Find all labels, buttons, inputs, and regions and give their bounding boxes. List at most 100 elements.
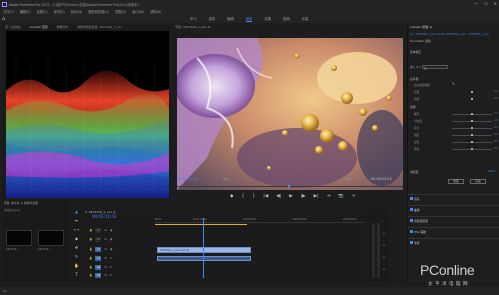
slider-thumb[interactable] [471,97,473,100]
mark-in-icon[interactable]: { [241,194,244,199]
time-ruler[interactable]: 00:00 00:01:00:00 00:02:00:00 00:03:00:0… [155,218,365,223]
basic-correction-header[interactable]: 基本校正 [410,50,421,54]
section-enable-checkbox[interactable] [410,197,413,200]
eye-icon[interactable]: ◉ [110,247,112,251]
go-to-in-icon[interactable]: |◀ [263,194,268,199]
sync-icon[interactable]: ⇄ [104,247,106,251]
track-select-tool-icon[interactable]: ⇹ [75,218,78,223]
slider-value[interactable]: 0.0 [494,90,498,93]
add-marker-icon[interactable]: ◆ [230,194,233,199]
menu-marker[interactable]: 标记(M) [71,9,83,14]
workspace-tab-effects[interactable]: 效果 [264,16,271,22]
slip-tool-icon[interactable]: ✥ [75,245,78,250]
workspace-tab-color[interactable]: 颜色 [245,16,253,22]
razor-tool-icon[interactable]: ◆ [75,236,78,241]
close-icon[interactable]: ✕ [494,1,497,6]
menu-edit[interactable]: 编辑(E) [20,9,31,14]
slider-value[interactable]: 0.0 [494,147,498,150]
audio-clip[interactable] [157,256,251,261]
solo-icon[interactable]: S [110,256,112,260]
program-video-frame[interactable] [177,38,403,190]
auto-button[interactable]: 自动 [470,179,486,184]
slider-value[interactable]: 0.0 [494,140,498,143]
slider-value[interactable]: 0.0 [494,112,498,115]
lumetri-panel-title[interactable]: Lumetri 颜色 ≡ [410,25,432,29]
slider-thumb[interactable] [471,112,473,115]
menu-clip[interactable]: 剪辑(C) [37,9,48,14]
eye-icon[interactable]: ◉ [110,228,112,232]
track-target[interactable]: A1 [95,255,102,261]
export-frame-icon[interactable]: 📷 [338,194,344,199]
slider-value[interactable]: 0.0 [494,97,498,100]
slider-thumb[interactable] [471,140,473,143]
lock-icon[interactable]: 🔒 [89,237,92,241]
menu-window[interactable]: 窗口(W) [132,9,144,14]
video-clip[interactable]: 1870316_1_xxx.mp4 [V] [157,247,251,253]
selection-tool-icon[interactable]: ▲ [75,209,78,214]
work-area-bar[interactable] [155,224,247,225]
zoom-fit-select[interactable]: 适合 [223,177,229,181]
lumetri-source-clip[interactable]: 主 * 1870316_1_xxx.mp4 ▸ 1870316_1_xxx · … [410,32,489,36]
play-icon[interactable]: ▶ [289,194,292,199]
go-to-out-icon[interactable]: ▶| [314,194,319,199]
step-back-icon[interactable]: ◀| [276,194,281,199]
menu-file[interactable]: 文件(F) [3,9,14,14]
lock-icon[interactable]: 🔒 [89,273,92,277]
section-enable-checkbox[interactable] [410,230,413,233]
program-monitor-title[interactable]: 节目: 1870316_1_xxx ≡ [175,25,210,29]
sync-icon[interactable]: ⇄ [104,237,106,241]
workspace-tab-audio[interactable]: 音频 [283,16,290,22]
button-editor-icon[interactable]: + [352,194,356,199]
lock-icon[interactable]: 🔒 [89,247,92,251]
step-forward-icon[interactable]: |▶ [301,194,306,199]
track-target[interactable]: V2 [95,236,102,242]
section-color-wheels[interactable]: 色轮和匹配 [408,216,499,223]
section-hsl-secondary[interactable]: HSL 辅助 [408,227,499,234]
slider-thumb[interactable] [471,119,473,122]
lock-icon[interactable]: 🔒 [89,228,92,232]
home-icon[interactable]: ⌂ [2,16,5,22]
section-enable-checkbox[interactable] [410,219,413,222]
slider-thumb[interactable] [471,126,473,129]
mute-icon[interactable]: M [104,273,106,277]
solo-icon[interactable]: S [110,273,112,277]
pen-tool-icon[interactable]: ✎ [75,254,78,259]
eye-icon[interactable]: ◉ [110,237,112,241]
hand-tool-icon[interactable]: ✋ [74,263,79,268]
sequence-thumbnail[interactable] [38,230,64,246]
lock-icon[interactable]: 🔒 [89,265,92,269]
tab-audio-clip-mixer[interactable]: 音频剪辑混合器: 1870316_1_xxx [77,25,122,29]
type-tool-icon[interactable]: T [75,272,77,277]
program-playhead[interactable] [287,185,290,188]
program-scrub-bar[interactable] [177,185,403,188]
menu-graphics[interactable]: 图形和标题(G) [88,9,109,14]
tab-effect-controls[interactable]: 效果控件 [57,25,69,29]
menu-help[interactable]: 帮助(H) [150,9,161,14]
extract-icon[interactable]: ⇥ [327,194,331,199]
tab-lumetri-scopes[interactable]: Lumetri 范围 [30,25,48,29]
mute-icon[interactable]: M [104,256,106,260]
tab-source[interactable]: 源: (无剪辑) [5,25,21,29]
media-thumbnail[interactable] [6,230,32,246]
slider-value[interactable]: 0.0 [494,126,498,129]
section-enable-checkbox[interactable] [410,208,413,211]
section-curves[interactable]: 曲线 [408,205,499,212]
slider-thumb[interactable] [471,90,473,93]
resolution-select[interactable]: 完整 [345,177,351,181]
lumetri-effect-name[interactable]: fx Lumetri 颜色 [410,39,431,43]
slider-value[interactable]: 0.0 [494,119,498,122]
ripple-edit-tool-icon[interactable]: ⟷ [74,227,80,232]
track-target[interactable]: V1 [95,246,102,252]
workspace-tab-assembly[interactable]: 组件 [209,16,216,22]
timeline-timecode[interactable]: 00:01:11:03 [92,214,116,219]
lock-icon[interactable]: 🔒 [89,256,92,260]
solo-icon[interactable]: S [110,265,112,269]
timeline-playhead[interactable] [203,218,204,278]
section-vignette[interactable]: 晕影 [408,238,499,245]
workspace-tab-learn[interactable]: 学习 [190,16,197,22]
slider-thumb[interactable] [471,147,473,150]
input-lut-select[interactable]: 无 [422,65,448,70]
track-target[interactable]: V3 [95,227,102,233]
section-creative[interactable]: 创意 [408,194,499,201]
track-target[interactable]: A3 [95,272,102,278]
